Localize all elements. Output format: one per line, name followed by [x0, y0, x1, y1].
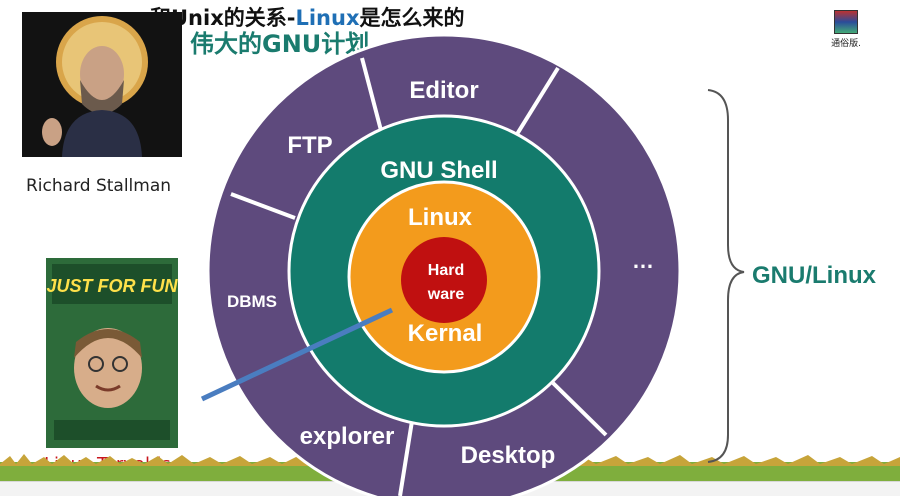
label-gnu-linux: GNU/Linux	[752, 262, 877, 289]
label-hard: Hard	[428, 262, 464, 279]
curly-brace	[707, 89, 745, 463]
label-editor: Editor	[409, 77, 478, 104]
label-desktop: Desktop	[461, 442, 556, 469]
label-ware: ware	[427, 286, 465, 303]
label-explorer: explorer	[300, 423, 395, 450]
label-gnu-shell: GNU Shell	[380, 157, 497, 184]
label-dbms: DBMS	[227, 292, 277, 311]
hardware-core	[401, 237, 487, 323]
label-ellipsis: …	[632, 248, 654, 273]
label-linux: Linux	[408, 204, 473, 231]
gnu-linux-diagram: Editor FTP DBMS explorer Desktop … GNU S…	[200, 33, 877, 496]
label-kernal: Kernal	[408, 320, 483, 347]
label-ftp: FTP	[287, 132, 332, 159]
